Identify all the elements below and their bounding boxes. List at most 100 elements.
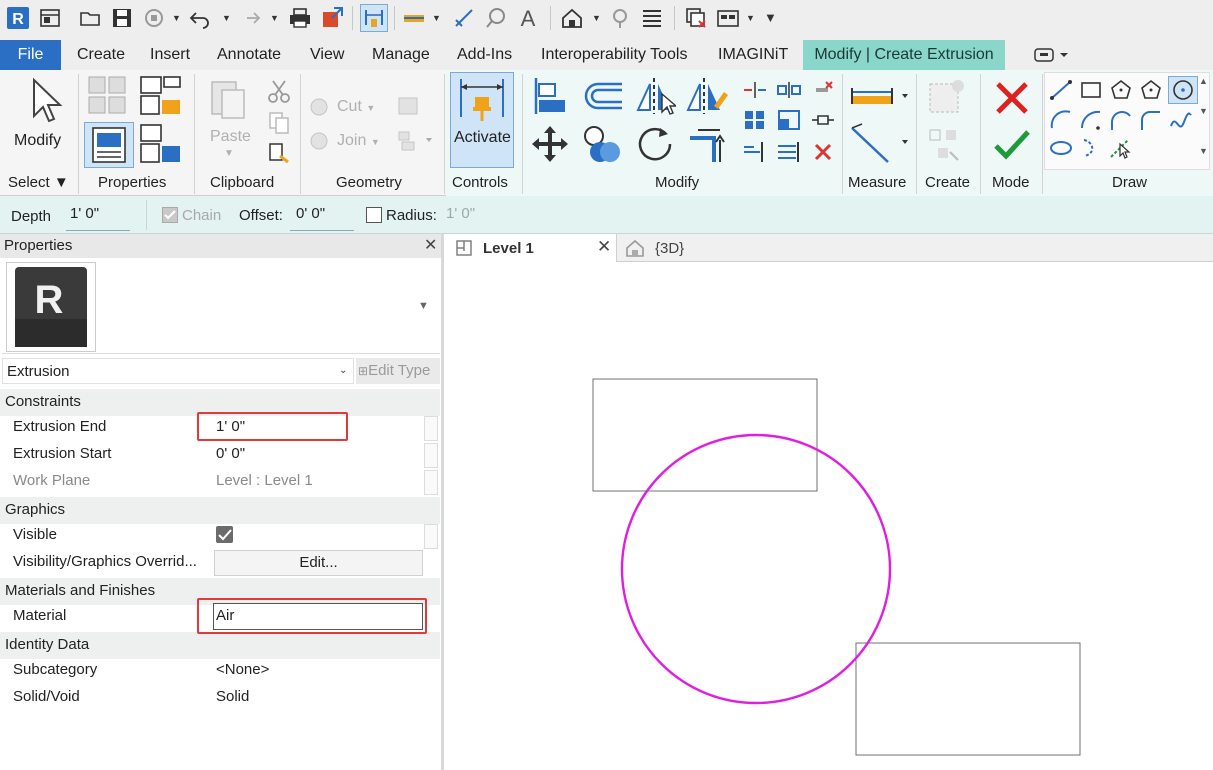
revit-logo-icon[interactable]: R	[6, 6, 30, 30]
tab-create[interactable]: Create	[77, 46, 125, 64]
radius-input[interactable]: 1' 0"	[446, 205, 510, 222]
drawing-canvas[interactable]	[447, 262, 1213, 770]
scroll-handle[interactable]	[424, 524, 438, 549]
copy-to-clipboard-icon[interactable]	[266, 110, 292, 136]
instance-filter-dropdown[interactable]: Extrusion ⌄	[2, 358, 354, 384]
circumscribed-polygon-icon[interactable]	[1138, 78, 1164, 102]
spline-icon[interactable]	[1168, 108, 1194, 132]
align-icon[interactable]	[530, 76, 570, 116]
section-icon[interactable]	[608, 6, 632, 30]
wall-joins-icon[interactable]	[396, 94, 422, 120]
print-icon[interactable]	[288, 6, 312, 30]
family-types-icon[interactable]	[138, 122, 184, 166]
minimize-ribbon-icon[interactable]	[1032, 45, 1080, 65]
circle-icon[interactable]	[1168, 76, 1198, 104]
sketch-rectangle-bottom[interactable]	[855, 642, 1081, 756]
create-group-icon[interactable]	[924, 126, 970, 166]
measure-dropdown-icon[interactable]: ▼	[432, 13, 441, 23]
inscribed-polygon-icon[interactable]	[1108, 78, 1134, 102]
paste-button[interactable]: Paste ▼	[204, 76, 254, 166]
undo-dropdown-icon[interactable]: ▼	[222, 13, 231, 23]
undo-icon[interactable]	[188, 6, 212, 30]
properties-palette-button[interactable]	[84, 122, 134, 168]
open-icon[interactable]	[78, 6, 102, 30]
offset-input[interactable]: 0' 0"	[290, 205, 354, 231]
draw-gallery-up-icon[interactable]: ▲	[1199, 76, 1208, 86]
scroll-handle[interactable]	[424, 416, 438, 441]
radius-checkbox[interactable]	[366, 207, 382, 223]
array-icon[interactable]	[742, 108, 768, 132]
edit-type-button[interactable]: ⊞Edit Type	[356, 358, 440, 384]
export-icon[interactable]	[320, 6, 344, 30]
cut-to-clipboard-icon[interactable]	[266, 78, 292, 104]
match-type-icon[interactable]	[266, 140, 292, 166]
move-icon[interactable]	[530, 124, 570, 164]
home-page-icon[interactable]	[38, 6, 62, 30]
tab-3d[interactable]: {3D}	[623, 234, 733, 262]
select-panel-label[interactable]: Select ▼	[8, 174, 69, 191]
scroll-handle[interactable]	[424, 443, 438, 468]
cut-geometry-label[interactable]: Cut ▼	[337, 98, 375, 116]
sketch-rectangle-top[interactable]	[592, 378, 818, 492]
split-face-icon[interactable]	[396, 128, 436, 154]
visible-checkbox[interactable]	[216, 526, 233, 543]
save-icon[interactable]	[110, 6, 134, 30]
customize-qat-icon[interactable]: ▼	[764, 10, 777, 25]
copy-icon[interactable]	[580, 124, 624, 164]
sync-dropdown-icon[interactable]: ▼	[172, 13, 181, 23]
aligned-dimension-icon[interactable]	[360, 4, 388, 32]
tab-level-1[interactable]: Level 1 ✕	[447, 234, 617, 262]
trim-extend-single-icon[interactable]	[742, 140, 768, 164]
switch-windows-dropdown-icon[interactable]: ▼	[746, 13, 755, 23]
close-view-icon[interactable]: ✕	[597, 237, 611, 257]
dimension-aligned-icon[interactable]	[848, 122, 912, 166]
tab-file[interactable]: File	[0, 40, 61, 70]
section-graphics[interactable]: Graphics	[0, 497, 440, 524]
rectangle-icon[interactable]	[1078, 78, 1104, 102]
center-ends-arc-icon[interactable]	[1078, 108, 1104, 132]
partial-ellipse-icon[interactable]	[1078, 136, 1104, 160]
subcategory-value[interactable]: <None>	[216, 661, 269, 678]
tab-imaginit[interactable]: IMAGINiT	[718, 46, 788, 64]
draw-gallery-expand-icon[interactable]: ▼	[1199, 146, 1208, 156]
mirror-pick-axis-icon[interactable]	[632, 76, 676, 116]
measure-icon[interactable]	[402, 6, 426, 30]
draw-gallery-down-icon[interactable]: ▼	[1199, 106, 1208, 116]
thin-lines-icon[interactable]	[640, 6, 664, 30]
join-geometry-label[interactable]: Join ▼	[337, 132, 380, 150]
offset-icon[interactable]	[578, 76, 626, 116]
start-end-radius-arc-icon[interactable]	[1048, 108, 1074, 132]
create-similar-icon[interactable]	[924, 76, 970, 120]
family-category-icon[interactable]	[138, 74, 184, 118]
split-element-icon[interactable]	[742, 78, 768, 102]
tab-add-ins[interactable]: Add-Ins	[457, 46, 512, 64]
scroll-handle[interactable]	[424, 470, 438, 495]
3d-view-dropdown-icon[interactable]: ▼	[592, 13, 601, 23]
switch-windows-icon[interactable]	[716, 6, 740, 30]
trim-extend-corner-icon[interactable]	[686, 124, 730, 164]
scale-icon[interactable]	[776, 108, 802, 132]
pick-lines-icon[interactable]	[1108, 136, 1134, 160]
trim-extend-multiple-icon[interactable]	[776, 140, 802, 164]
tab-view[interactable]: View	[310, 46, 344, 64]
linear-dimension-icon[interactable]	[452, 6, 476, 30]
split-with-gap-icon[interactable]	[776, 78, 802, 102]
finish-edit-mode-icon[interactable]	[990, 126, 1036, 166]
cancel-edit-mode-icon[interactable]	[990, 76, 1036, 120]
tab-insert[interactable]: Insert	[150, 46, 190, 64]
tag-icon[interactable]	[484, 6, 508, 30]
tab-interoperability-tools[interactable]: Interoperability Tools	[541, 46, 687, 64]
text-icon[interactable]: A	[516, 6, 540, 30]
mirror-draw-axis-icon[interactable]	[684, 76, 728, 116]
tab-modify-create-extrusion[interactable]: Modify | Create Extrusion	[803, 40, 1005, 70]
rotate-icon[interactable]	[634, 124, 678, 164]
unpin-icon[interactable]	[810, 78, 836, 102]
visibility-edit-button[interactable]: Edit...	[214, 550, 423, 576]
pin-icon[interactable]	[810, 108, 836, 132]
line-icon[interactable]	[1048, 78, 1074, 102]
tab-manage[interactable]: Manage	[372, 46, 430, 64]
solid-void-value[interactable]: Solid	[216, 688, 249, 705]
sync-icon[interactable]	[142, 6, 166, 30]
tangent-end-arc-icon[interactable]	[1108, 108, 1134, 132]
cut-geometry-icon[interactable]	[308, 94, 334, 120]
